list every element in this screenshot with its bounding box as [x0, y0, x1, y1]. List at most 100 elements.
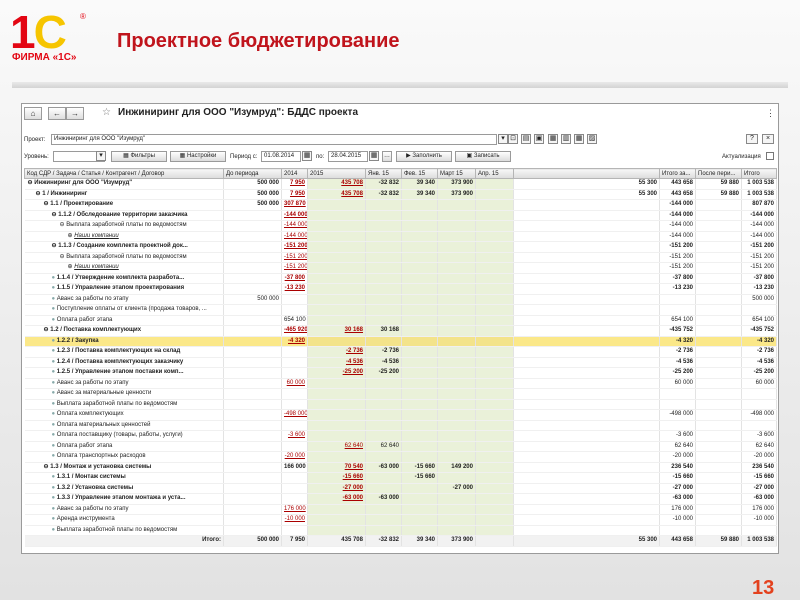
table-row[interactable]: ● Выплата заработной платы по ведомостям [24, 525, 777, 536]
cell-value[interactable]: -498 000 [741, 409, 777, 421]
table-row[interactable]: ⊖ 1.1.3 / Создание комплекта проектной д… [24, 241, 777, 253]
cell-value[interactable] [307, 514, 366, 526]
cell-value[interactable] [695, 430, 742, 442]
cell-value[interactable] [475, 283, 514, 295]
cell-value[interactable] [223, 346, 282, 358]
cell-value[interactable]: -20 000 [281, 451, 308, 463]
cell-value[interactable] [475, 493, 514, 505]
cell-value[interactable]: -151 200 [741, 262, 777, 274]
cell-value[interactable] [401, 220, 438, 232]
table-row[interactable]: ● 1.1.4 / Утверждение комплекта разработ… [24, 273, 777, 284]
cell-value[interactable]: 500 000 [741, 294, 777, 305]
cell-value[interactable] [281, 525, 308, 536]
cell-value[interactable]: -25 200 [307, 367, 366, 379]
cell-value[interactable] [307, 199, 366, 211]
cell-value[interactable] [401, 420, 438, 431]
cell-value[interactable] [437, 346, 476, 358]
cell-value[interactable] [695, 462, 742, 473]
cell-value[interactable] [437, 357, 476, 368]
cell-value[interactable] [365, 262, 402, 274]
cell-value[interactable]: -151 200 [281, 241, 308, 253]
cell-value[interactable]: -151 200 [659, 262, 696, 274]
cell-value[interactable]: 654 100 [741, 315, 777, 326]
cell-value[interactable]: -151 200 [281, 252, 308, 263]
cell-value[interactable]: -144 000 [659, 220, 696, 232]
cell-value[interactable] [307, 262, 366, 274]
cell-value[interactable] [365, 294, 402, 305]
forward-button[interactable]: → [66, 107, 84, 120]
close-icon[interactable]: × [762, 134, 774, 144]
cell-value[interactable]: 500 000 [223, 178, 282, 190]
cell-value[interactable] [223, 483, 282, 494]
cell-value[interactable]: -15 660 [307, 472, 366, 484]
cell-value[interactable] [223, 273, 282, 284]
cell-value[interactable]: 39 340 [401, 189, 438, 200]
cell-value[interactable] [281, 294, 308, 305]
cell-value[interactable] [475, 357, 514, 368]
cell-value[interactable] [659, 388, 696, 400]
cell-value[interactable] [475, 252, 514, 263]
cell-value[interactable]: -27 000 [659, 483, 696, 494]
cell-value[interactable]: -15 660 [401, 462, 438, 473]
cell-value[interactable] [695, 388, 742, 400]
cell-value[interactable] [223, 315, 282, 326]
cell-value[interactable] [513, 210, 660, 221]
cell-value[interactable]: 62 640 [659, 441, 696, 452]
cell-value[interactable] [281, 483, 308, 494]
cell-value[interactable] [659, 294, 696, 305]
cell-value[interactable] [513, 315, 660, 326]
cell-value[interactable] [365, 525, 402, 536]
cell-value[interactable]: 30 168 [307, 325, 366, 337]
cell-value[interactable] [695, 304, 742, 316]
cell-value[interactable]: 236 540 [741, 462, 777, 473]
cell-value[interactable] [475, 430, 514, 442]
table-row[interactable]: ● 1.3.2 / Установка системы -27 000 -27 00… [24, 483, 777, 494]
cell-value[interactable] [475, 451, 514, 463]
cell-value[interactable]: 500 000 [223, 294, 282, 305]
cell-value[interactable]: -3 600 [741, 430, 777, 442]
cell-value[interactable] [223, 336, 282, 347]
cell-value[interactable] [223, 388, 282, 400]
cell-value[interactable] [695, 262, 742, 274]
cell-value[interactable] [365, 430, 402, 442]
cell-value[interactable]: 7 950 [281, 178, 308, 190]
cell-value[interactable] [307, 231, 366, 242]
cell-value[interactable] [401, 514, 438, 526]
cell-value[interactable] [437, 252, 476, 263]
cell-value[interactable] [223, 378, 282, 389]
cell-value[interactable] [223, 462, 282, 473]
cell-value[interactable] [695, 241, 742, 253]
cell-value[interactable] [437, 420, 476, 431]
cell-value[interactable] [401, 346, 438, 358]
cell-value[interactable] [307, 430, 366, 442]
cell-value[interactable] [659, 304, 696, 316]
cell-value[interactable] [365, 199, 402, 211]
cell-value[interactable] [365, 210, 402, 221]
cell-value[interactable] [365, 504, 402, 515]
cell-value[interactable] [401, 304, 438, 316]
cell-value[interactable]: 59 880 [695, 178, 742, 190]
cell-value[interactable]: 59 880 [695, 189, 742, 200]
table-row[interactable]: ⊖ 1.1.2 / Обследование территории заказч… [24, 210, 777, 221]
cell-value[interactable]: 149 200 [437, 462, 476, 473]
cell-value[interactable] [437, 336, 476, 347]
cell-value[interactable] [475, 483, 514, 494]
cell-value[interactable]: 443 658 [659, 178, 696, 190]
date-to-field[interactable]: 28.04.2015 [328, 151, 368, 162]
cell-value[interactable] [437, 472, 476, 484]
cell-value[interactable] [437, 451, 476, 463]
table-row[interactable]: ⊖ Выплата заработной платы по ведомостям… [24, 252, 777, 263]
project-field[interactable]: Инжиниринг для ООО "Изумруд" [51, 134, 497, 145]
cell-value[interactable]: -15 660 [401, 472, 438, 484]
cell-value[interactable] [307, 315, 366, 326]
table-row[interactable]: ● 1.3.3 / Управление этапом монтажа и ус… [24, 493, 777, 505]
table-row[interactable]: ● Аванс за работы по этапу 60 000 60 000 60… [24, 378, 777, 389]
cell-value[interactable] [281, 367, 308, 379]
cell-value[interactable] [365, 336, 402, 347]
cell-value[interactable] [365, 220, 402, 232]
cell-value[interactable] [437, 315, 476, 326]
cell-value[interactable] [401, 493, 438, 505]
cell-value[interactable]: -435 752 [659, 325, 696, 337]
cell-value[interactable]: -25 200 [659, 367, 696, 379]
cell-value[interactable]: 807 870 [741, 199, 777, 211]
